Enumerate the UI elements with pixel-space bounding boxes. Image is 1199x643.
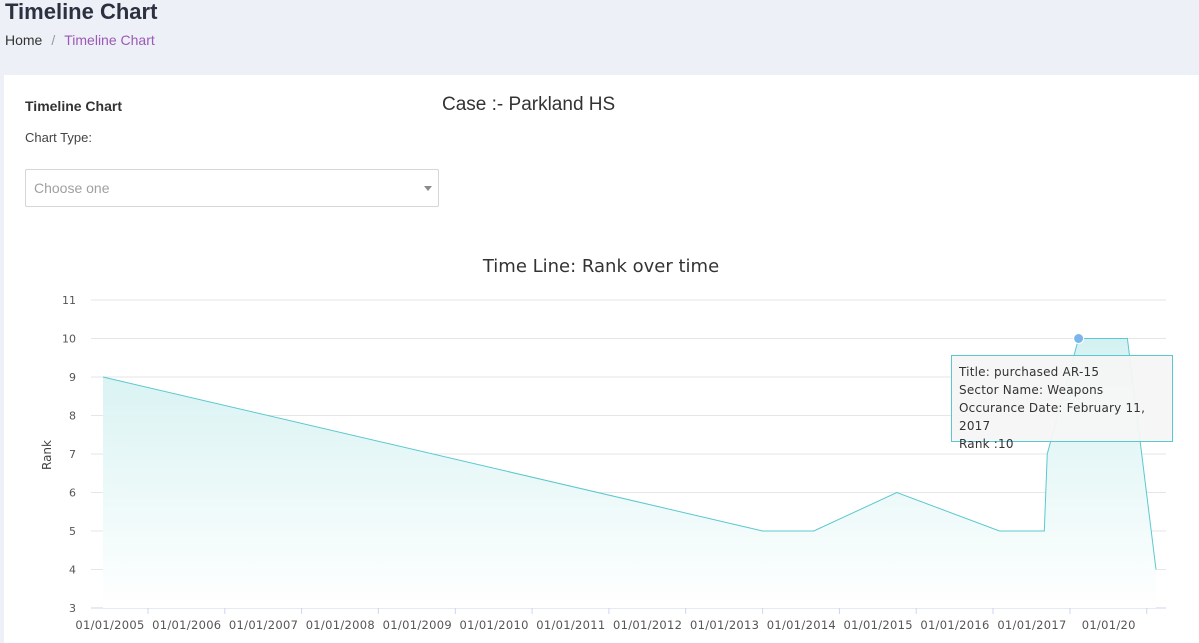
breadcrumb: Home / Timeline Chart (5, 32, 155, 48)
x-tick-label: 01/01/2012 (613, 618, 682, 632)
y-tick-label: 7 (69, 448, 76, 461)
y-tick-label: 10 (62, 333, 76, 346)
y-tick-label: 9 (69, 371, 76, 384)
x-tick-label: 01/01/2011 (536, 618, 605, 632)
y-tick-label: 6 (69, 487, 76, 500)
x-tick-label: 01/01/2006 (152, 618, 221, 632)
breadcrumb-current: Timeline Chart (64, 32, 155, 48)
y-tick-label: 3 (69, 602, 76, 615)
x-tick-label: 01/01/2017 (997, 618, 1066, 632)
tooltip-sector: Sector Name: Weapons (959, 383, 1104, 397)
x-tick-label: 01/01/2014 (767, 618, 836, 632)
page-header: Timeline Chart Home / Timeline Chart (0, 0, 1199, 75)
y-tick-label: 8 (69, 410, 76, 423)
y-tick-label: 4 (69, 564, 76, 577)
tooltip-title: Title: purchased AR-15 (959, 365, 1100, 379)
x-tick-label: 01/01/2015 (844, 618, 913, 632)
y-tick-label: 11 (62, 294, 76, 307)
breadcrumb-separator: / (51, 32, 56, 48)
breadcrumb-home-link[interactable]: Home (5, 32, 42, 48)
highlighted-point (1073, 333, 1085, 344)
x-tick-label: 01/01/2013 (690, 618, 759, 632)
tooltip-rank: Rank :10 (959, 437, 1014, 451)
point-tooltip: Title: purchased AR-15 Sector Name: Weap… (951, 355, 1173, 451)
y-axis-label: Rank (40, 440, 54, 470)
chart-title: Time Line: Rank over time (482, 256, 719, 277)
tooltip-date: Occurance Date: February 11, 2017 (959, 401, 1146, 433)
x-tick-label: 01/01/2016 (920, 618, 989, 632)
x-tick-label: 01/01/2008 (306, 618, 375, 632)
x-tick-label: 01/01/2005 (75, 618, 144, 632)
x-tick-label: 01/01/2007 (229, 618, 298, 632)
page-title: Timeline Chart (5, 0, 158, 24)
x-tick-label: 01/01/2009 (383, 618, 452, 632)
x-tick-label: 01/01/20 (1082, 618, 1136, 632)
x-tick-label: 01/01/2010 (459, 618, 528, 632)
x-axis-ticks: 01/01/2005 01/01/2006 01/01/2007 01/01/2008… (75, 608, 1148, 632)
y-axis-ticks: 3 4 5 6 7 8 9 10 11 (62, 294, 76, 615)
y-tick-label: 5 (69, 525, 76, 538)
